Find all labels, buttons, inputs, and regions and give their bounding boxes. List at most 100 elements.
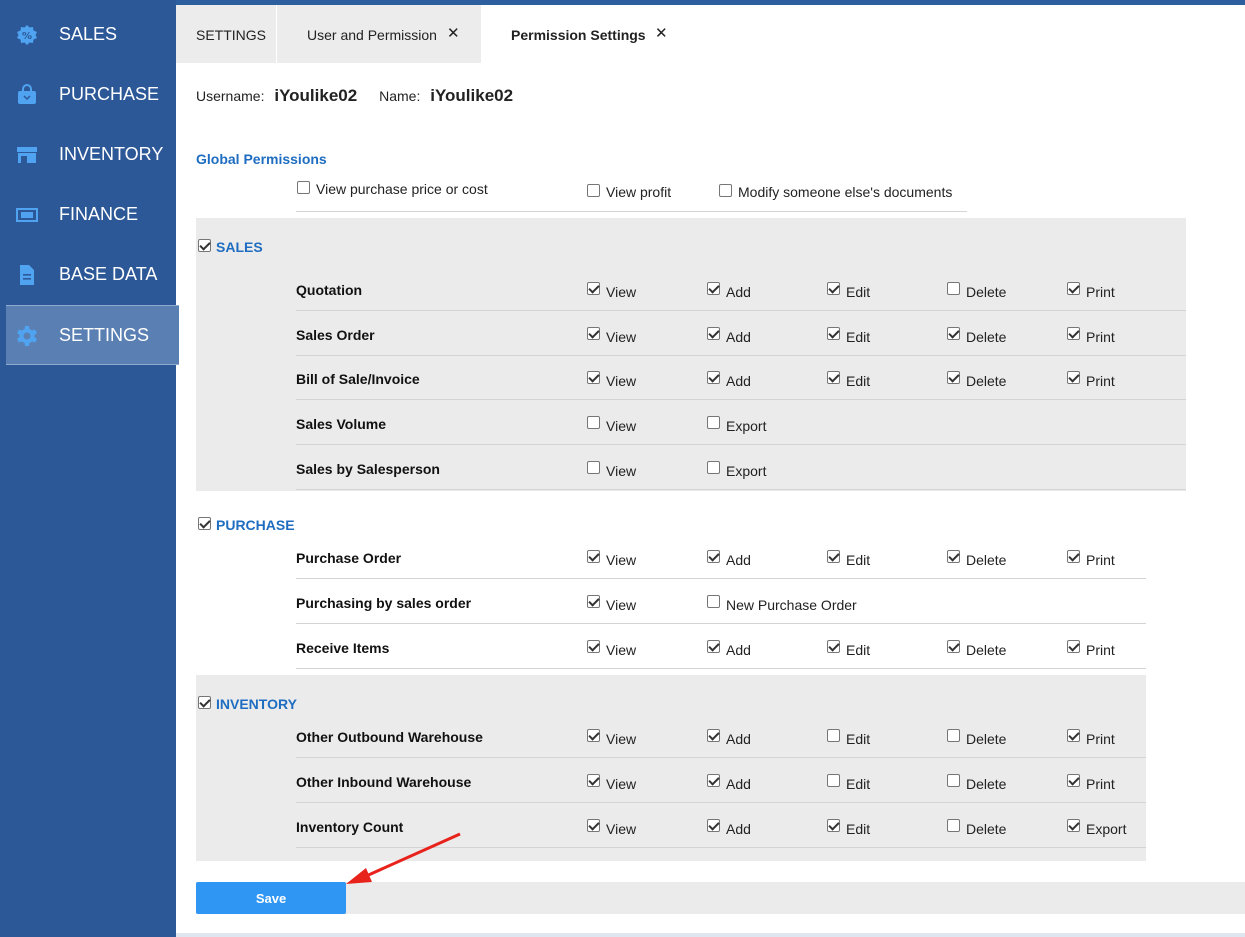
permission-option-label: Add [726,373,751,389]
permission-checkbox[interactable] [827,640,840,653]
global-checkbox-modify-others[interactable] [719,184,732,197]
permission-checkbox[interactable] [1067,819,1080,832]
permission-option-label: Delete [966,776,1007,792]
permission-checkbox[interactable] [1067,282,1080,295]
permission-checkbox[interactable] [707,774,720,787]
permission-row-label: Sales by Salesperson [296,461,440,477]
sales-section-checkbox[interactable] [198,239,211,252]
document-icon [15,263,39,287]
permission-checkbox[interactable] [587,640,600,653]
inventory-section-checkbox[interactable] [198,696,211,709]
permission-option-label: New Purchase Order [726,597,857,613]
permission-checkbox[interactable] [947,371,960,384]
permission-checkbox[interactable] [587,729,600,742]
permission-option-label: Edit [846,373,871,389]
permission-row-label: Sales Order [296,327,375,343]
sidebar-item-base-data[interactable]: BASE DATA [6,245,179,305]
permission-option-label: View [606,642,637,658]
save-button[interactable]: Save [196,882,346,914]
permission-checkbox[interactable] [707,282,720,295]
tab-bar: SETTINGS User and Permission ✕ Permissio… [176,5,1245,63]
permission-checkbox[interactable] [1067,327,1080,340]
permission-checkbox[interactable] [1067,729,1080,742]
permission-checkbox[interactable] [1067,640,1080,653]
permission-checkbox[interactable] [587,595,600,608]
permission-checkbox[interactable] [587,282,600,295]
permission-option-label: View [606,463,637,479]
username-value: iYoulike02 [274,86,358,105]
sidebar-item-label: INVENTORY [59,144,164,164]
purchase-section-title: PURCHASE [216,517,295,533]
permission-checkbox[interactable] [707,461,720,474]
permission-checkbox[interactable] [707,416,720,429]
permission-checkbox[interactable] [587,461,600,474]
tab-permission-settings[interactable]: Permission Settings ✕ [481,5,681,63]
tab-label: Permission Settings [511,27,646,43]
sidebar-item-settings[interactable]: SETTINGS [6,305,179,365]
permission-row-label: Quotation [296,282,363,298]
permission-checkbox[interactable] [587,550,600,563]
permission-option-label: Export [726,418,767,434]
permission-checkbox[interactable] [827,774,840,787]
svg-text:%: % [22,31,32,42]
permission-row-label: Other Outbound Warehouse [296,729,483,745]
money-icon [15,203,39,227]
sidebar-item-label: SETTINGS [59,325,150,345]
permission-checkbox[interactable] [587,416,600,429]
permission-checkbox[interactable] [947,550,960,563]
permission-checkbox[interactable] [947,282,960,295]
global-checkbox-purchase-price[interactable] [297,181,310,194]
permission-checkbox[interactable] [947,774,960,787]
permission-option-label: View [606,731,637,747]
permission-option-label: View [606,418,637,434]
permission-option-label: Edit [846,731,871,747]
permission-option-label: Print [1086,329,1115,345]
close-icon[interactable]: ✕ [655,24,668,42]
permission-checkbox[interactable] [827,371,840,384]
permission-checkbox[interactable] [1067,371,1080,384]
permission-option-label: Delete [966,284,1007,300]
tab-settings[interactable]: SETTINGS [176,5,276,63]
row-divider [296,578,1146,579]
permission-checkbox[interactable] [947,640,960,653]
permission-checkbox[interactable] [707,550,720,563]
permission-checkbox[interactable] [827,729,840,742]
permission-checkbox[interactable] [1067,550,1080,563]
permission-checkbox[interactable] [947,819,960,832]
permission-checkbox[interactable] [707,640,720,653]
permission-checkbox[interactable] [827,819,840,832]
close-icon[interactable]: ✕ [447,24,460,42]
permission-checkbox[interactable] [947,729,960,742]
permission-checkbox[interactable] [587,371,600,384]
permission-option-label: Print [1086,731,1115,747]
permission-checkbox[interactable] [707,595,720,608]
sidebar-item-purchase[interactable]: PURCHASE [6,65,179,125]
permission-option-label: Edit [846,776,871,792]
permission-checkbox[interactable] [707,819,720,832]
sidebar-item-inventory[interactable]: INVENTORY [6,125,179,185]
permission-checkbox[interactable] [587,819,600,832]
store-icon [15,143,39,167]
permission-checkbox[interactable] [1067,774,1080,787]
permission-checkbox[interactable] [827,282,840,295]
permission-checkbox[interactable] [707,371,720,384]
permission-checkbox[interactable] [947,327,960,340]
permission-checkbox[interactable] [587,774,600,787]
sidebar-item-finance[interactable]: FINANCE [6,185,179,245]
permission-checkbox[interactable] [707,327,720,340]
tab-user-and-permission[interactable]: User and Permission ✕ [277,5,481,63]
permission-checkbox[interactable] [827,550,840,563]
sidebar-item-sales[interactable]: % SALES [6,5,179,65]
global-checkbox-view-profit[interactable] [587,184,600,197]
sidebar-item-label: BASE DATA [59,264,158,284]
divider [296,211,967,212]
permission-option-label: Add [726,552,751,568]
permission-option-label: View [606,552,637,568]
permission-option-label: Edit [846,642,871,658]
row-divider [296,399,1186,400]
permission-checkbox[interactable] [587,327,600,340]
permission-checkbox[interactable] [827,327,840,340]
permission-checkbox[interactable] [707,729,720,742]
row-divider [296,757,1146,758]
purchase-section-checkbox[interactable] [198,517,211,530]
